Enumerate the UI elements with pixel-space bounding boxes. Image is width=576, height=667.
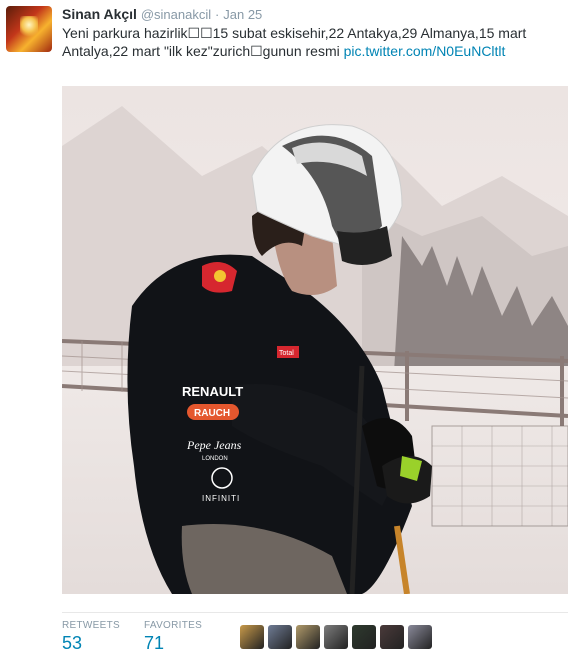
- retweets-label: RETWEETS: [62, 620, 120, 631]
- favoriter-avatar-5[interactable]: [352, 625, 376, 649]
- ski-photo-illustration: RENAULT RAUCH Pepe Jeans LONDON INFINITI…: [62, 86, 568, 594]
- pepe-jeans-logo: Pepe Jeans: [186, 438, 242, 452]
- pepe-jeans-sublogo: LONDON: [202, 456, 228, 462]
- tweet-media-link[interactable]: pic.twitter.com/N0EuNCltlt: [344, 43, 506, 59]
- favoriter-avatar-2[interactable]: [268, 625, 292, 649]
- favorites-count[interactable]: 71: [144, 633, 202, 654]
- author-name[interactable]: Sinan Akçıl: [62, 6, 137, 22]
- tweet-header: Sinan Akçıl @sinanakcil · Jan 25: [62, 5, 568, 24]
- author-avatar[interactable]: [6, 6, 52, 52]
- favorites-stat[interactable]: FAVORITES 71: [144, 620, 202, 654]
- favoriter-avatar-4[interactable]: [324, 625, 348, 649]
- favoriter-avatar-1[interactable]: [240, 625, 264, 649]
- renault-logo: RENAULT: [182, 384, 243, 399]
- tweet-text-line2: Antalya,22 mart "ilk kez"zurich☐gunun re…: [62, 43, 344, 59]
- favoriter-avatar-7[interactable]: [408, 625, 432, 649]
- favorites-label: FAVORITES: [144, 620, 203, 631]
- tweet-text: Yeni parkura hazirlik☐☐15 subat eskisehi…: [62, 24, 568, 60]
- rauch-logo: RAUCH: [194, 408, 230, 419]
- retweets-stat[interactable]: RETWEETS 53: [62, 620, 120, 654]
- header-separator: ·: [215, 7, 220, 22]
- favoriter-avatar-3[interactable]: [296, 625, 320, 649]
- tweet-text-line1: Yeni parkura hazirlik☐☐15 subat eskisehi…: [62, 25, 527, 41]
- author-handle[interactable]: @sinanakcil: [141, 7, 211, 22]
- tweet-stats: RETWEETS 53 FAVORITES 71: [62, 612, 568, 663]
- tweet-date[interactable]: Jan 25: [223, 7, 262, 22]
- infiniti-logo: INFINITI: [202, 494, 240, 503]
- retweets-count[interactable]: 53: [62, 633, 120, 654]
- favoriters-list: [240, 625, 432, 649]
- total-logo: Total: [279, 350, 294, 357]
- tweet-photo[interactable]: RENAULT RAUCH Pepe Jeans LONDON INFINITI…: [62, 86, 568, 594]
- favoriter-avatar-6[interactable]: [380, 625, 404, 649]
